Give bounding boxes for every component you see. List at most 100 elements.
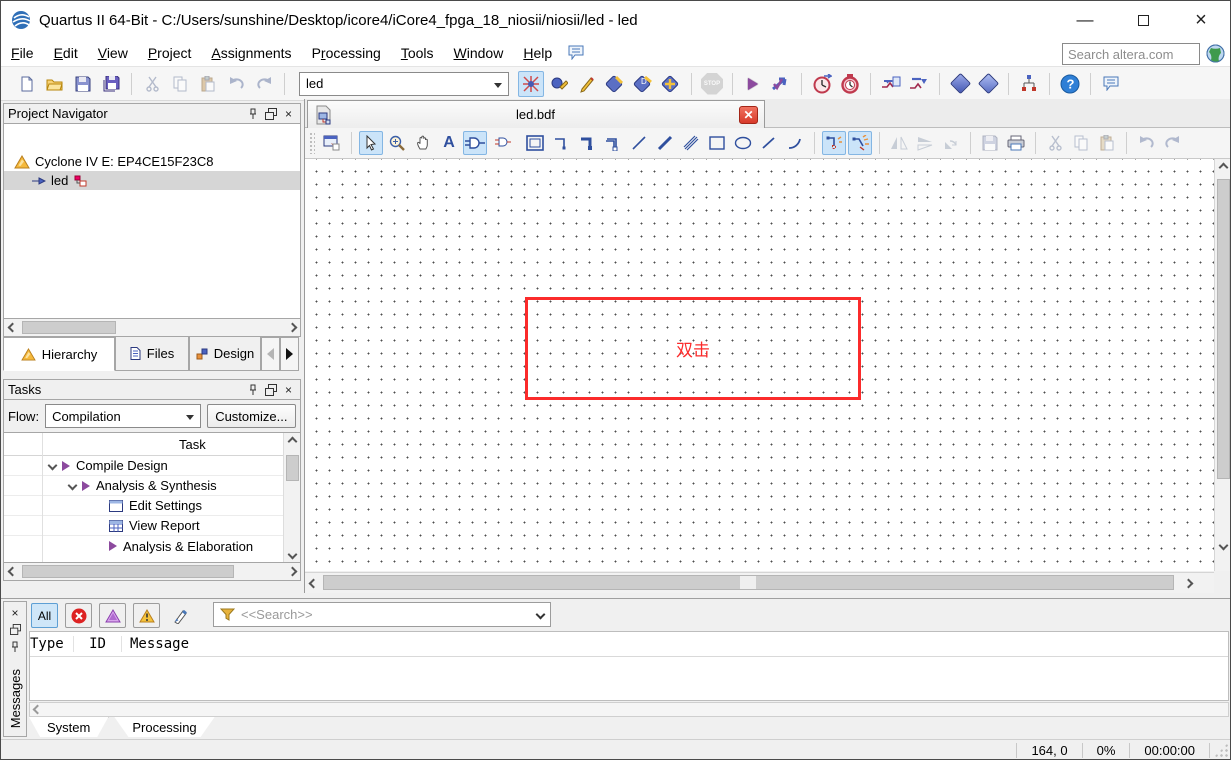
filter-all-button[interactable]: All <box>31 603 58 628</box>
flip-vertical-icon[interactable] <box>913 131 937 155</box>
design-partition-icon[interactable]: D <box>630 71 656 97</box>
copy-icon[interactable] <box>167 71 193 97</box>
copy-icon[interactable] <box>1069 131 1093 155</box>
customize-button[interactable]: Customize... <box>206 404 296 428</box>
task-row[interactable]: View Report <box>4 516 300 536</box>
collapse-icon[interactable] <box>47 460 58 471</box>
float-icon[interactable] <box>263 106 278 121</box>
project-navigator-hscrollbar[interactable] <box>3 319 301 337</box>
open-file-icon[interactable] <box>42 71 68 97</box>
tabs-scroll-right-icon[interactable] <box>280 337 299 371</box>
save-icon[interactable] <box>978 131 1002 155</box>
menu-project[interactable]: Project <box>138 41 202 65</box>
close-icon[interactable]: × <box>281 106 296 121</box>
pin-planner-icon[interactable] <box>546 71 572 97</box>
rubberbanding-icon[interactable] <box>822 131 846 155</box>
editor-hscrollbar[interactable] <box>305 572 1214 593</box>
tab-close-icon[interactable]: ✕ <box>739 105 758 124</box>
help-icon[interactable]: ? <box>1057 71 1083 97</box>
stop-icon[interactable]: STOP <box>699 71 725 97</box>
tasks-hscrollbar[interactable] <box>3 563 301 581</box>
flip-horizontal-icon[interactable] <box>887 131 911 155</box>
orthogonal-node-tool-icon[interactable] <box>549 131 573 155</box>
undo-icon[interactable] <box>223 71 249 97</box>
qsys-icon[interactable] <box>1016 71 1042 97</box>
resize-grip[interactable] <box>1213 742 1229 758</box>
detach-window-icon[interactable] <box>320 131 344 155</box>
orthogonal-conduit-tool-icon[interactable] <box>601 131 625 155</box>
netlist-viewer-icon[interactable] <box>878 71 904 97</box>
cut-icon[interactable] <box>1043 131 1067 155</box>
pin-icon[interactable] <box>8 639 23 654</box>
start-analysis-icon[interactable] <box>768 71 794 97</box>
menu-window[interactable]: Window <box>444 41 514 65</box>
chip-planner-icon[interactable] <box>975 71 1001 97</box>
filter-flag-icon[interactable] <box>167 603 194 628</box>
paste-icon[interactable] <box>195 71 221 97</box>
scroll-right-icon[interactable] <box>1180 578 1196 588</box>
menu-processing[interactable]: Processing <box>302 41 391 65</box>
save-all-icon[interactable] <box>98 71 124 97</box>
arc-tool-icon[interactable] <box>783 131 807 155</box>
menu-tools[interactable]: Tools <box>391 41 444 65</box>
column-message[interactable]: Message <box>122 636 189 652</box>
select-tool-icon[interactable] <box>359 131 383 155</box>
timequest-icon[interactable] <box>837 71 863 97</box>
column-id[interactable]: ID <box>74 636 122 652</box>
editor-tab-led-bdf[interactable]: led.bdf ✕ <box>307 100 765 128</box>
diagonal-conduit-tool-icon[interactable] <box>679 131 703 155</box>
fitter-icon[interactable] <box>658 71 684 97</box>
project-select[interactable]: led <box>299 71 509 96</box>
task-row[interactable]: Compile Design <box>4 456 300 476</box>
tab-processing[interactable]: Processing <box>114 717 215 737</box>
scroll-left-icon[interactable] <box>4 322 20 333</box>
menu-view[interactable]: View <box>88 41 138 65</box>
rubberbanding-diagonal-icon[interactable] <box>848 131 872 155</box>
float-icon[interactable] <box>263 382 278 397</box>
programmer-icon[interactable] <box>947 71 973 97</box>
paste-icon[interactable] <box>1095 131 1119 155</box>
flow-select[interactable]: Compilation <box>45 404 201 428</box>
new-file-icon[interactable] <box>14 71 40 97</box>
altera-search-input[interactable] <box>1062 43 1200 65</box>
column-type[interactable]: Type <box>30 636 74 652</box>
pin-icon[interactable] <box>245 382 260 397</box>
minimize-button[interactable]: — <box>1056 1 1114 39</box>
schematic-canvas[interactable]: 双击 <box>305 159 1230 571</box>
rectangle-tool-icon[interactable] <box>705 131 729 155</box>
maximize-button[interactable] <box>1114 1 1172 39</box>
start-compilation-icon[interactable] <box>740 71 766 97</box>
oval-tool-icon[interactable] <box>731 131 755 155</box>
close-icon[interactable]: × <box>8 605 23 620</box>
pan-tool-icon[interactable] <box>411 131 435 155</box>
scroll-up-icon[interactable] <box>1215 159 1230 175</box>
tabs-scroll-left-icon[interactable] <box>261 337 280 371</box>
scroll-right-icon[interactable] <box>284 566 300 577</box>
orthogonal-bus-tool-icon[interactable] <box>575 131 599 155</box>
editor-vscrollbar[interactable] <box>1214 159 1230 571</box>
task-table-vscrollbar[interactable] <box>283 433 300 562</box>
menu-assignments[interactable]: Assignments <box>201 41 301 65</box>
settings-icon[interactable] <box>602 71 628 97</box>
rotate-90-icon[interactable] <box>939 131 963 155</box>
tab-system[interactable]: System <box>29 717 109 737</box>
tree-item-device[interactable]: Cyclone IV E: EP4CE15F23C8 <box>4 152 300 171</box>
messages-window-icon[interactable] <box>1098 71 1124 97</box>
scroll-down-icon[interactable] <box>284 546 300 562</box>
line-tool-icon[interactable] <box>757 131 781 155</box>
edit-settings-icon[interactable] <box>574 71 600 97</box>
float-icon[interactable] <box>8 622 23 637</box>
timing-analyzer-icon[interactable] <box>809 71 835 97</box>
filter-critical-warnings-icon[interactable] <box>99 603 126 628</box>
message-search-input[interactable] <box>241 607 531 622</box>
scroll-down-icon[interactable] <box>1215 537 1230 553</box>
globe-icon[interactable] <box>1206 44 1225 63</box>
menu-help[interactable]: Help <box>513 41 562 65</box>
diagonal-bus-tool-icon[interactable] <box>653 131 677 155</box>
redo-icon[interactable] <box>251 71 277 97</box>
filter-warnings-icon[interactable] <box>133 603 160 628</box>
symbol-gate-tool-icon[interactable] <box>463 131 487 155</box>
task-row[interactable]: Analysis & Synthesis <box>4 476 300 496</box>
rtl-viewer-icon[interactable] <box>906 71 932 97</box>
cut-icon[interactable] <box>139 71 165 97</box>
